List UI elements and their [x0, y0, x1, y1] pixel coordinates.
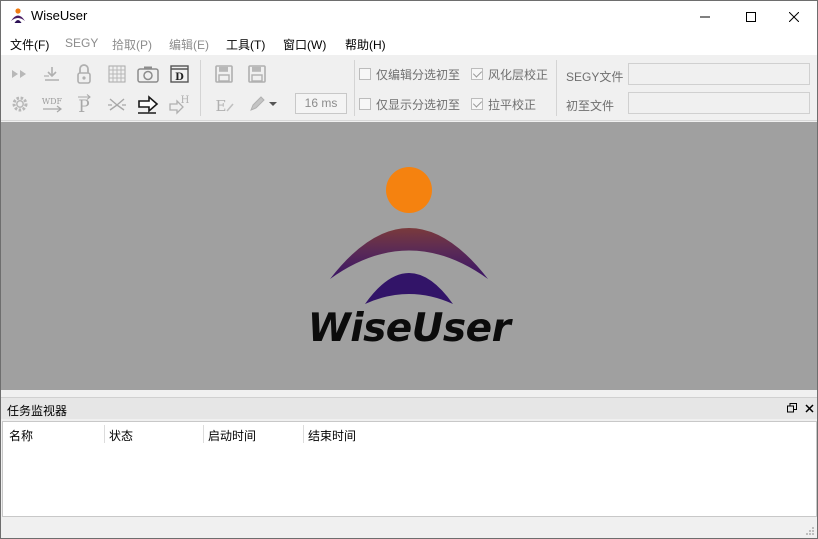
menu-window[interactable]: 窗口(W): [283, 36, 326, 53]
status-bar: [1, 518, 817, 538]
task-monitor-title: 任务监视器: [7, 404, 68, 418]
edit-picked-first-break-label: 仅编辑分选初至: [376, 67, 461, 82]
menu-tools[interactable]: 工具(T): [226, 36, 265, 53]
lock-icon[interactable]: [72, 62, 96, 86]
column-separator[interactable]: [303, 425, 304, 443]
x-arrows-icon[interactable]: [105, 92, 129, 116]
maximize-icon: [746, 11, 756, 22]
resize-grip-icon[interactable]: [805, 526, 815, 536]
fast-forward-icon[interactable]: [8, 62, 32, 86]
dropdown-arrow-icon[interactable]: [265, 92, 281, 116]
app-logo-icon: [11, 8, 25, 23]
menu-bar: 文件(F) SEGY 拾取(P) 编辑(E) 工具(T) 窗口(W) 帮助(H): [1, 32, 817, 55]
interval-field[interactable]: 16 ms: [295, 93, 347, 114]
camera-icon[interactable]: [136, 62, 160, 86]
save-all-icon[interactable]: [245, 62, 269, 86]
column-separator[interactable]: [203, 425, 204, 443]
close-icon: [804, 403, 814, 413]
toolbar-separator: [200, 60, 201, 116]
checkbox-box-checked[interactable]: [471, 98, 483, 110]
toolbar-separator-2: [354, 60, 355, 116]
restore-icon: [787, 403, 797, 413]
checkbox-box[interactable]: [359, 98, 371, 110]
close-button[interactable]: [771, 1, 817, 32]
first-break-file-label: 初至文件: [566, 99, 615, 113]
float-panel-button[interactable]: [785, 401, 799, 415]
window-title: WiseUser: [31, 8, 88, 23]
segy-file-label: SEGY文件: [566, 70, 624, 84]
maximize-button[interactable]: [728, 1, 774, 32]
close-icon: [789, 11, 799, 22]
edit-picked-first-break-checkbox[interactable]: 仅编辑分选初至: [359, 65, 460, 83]
column-header-name[interactable]: 名称: [9, 427, 33, 444]
task-table[interactable]: 名称 状态 启动时间 结束时间: [2, 421, 817, 517]
svg-text:P: P: [78, 97, 89, 115]
task-monitor-header: 任务监视器: [1, 397, 817, 419]
save-icon[interactable]: [212, 62, 236, 86]
p-icon[interactable]: P: [72, 92, 96, 116]
close-panel-button[interactable]: [802, 401, 816, 415]
import-arrow-icon[interactable]: [40, 62, 64, 86]
main-window: WiseUser 文件(F) SEGY 拾取(P) 编辑(E) 工具(T) 窗口…: [0, 0, 818, 539]
grid-icon[interactable]: [105, 62, 129, 86]
menu-segy[interactable]: SEGY: [65, 36, 98, 50]
weathering-correction-checkbox[interactable]: 风化层校正: [471, 65, 548, 83]
d-document-icon[interactable]: D: [168, 62, 192, 86]
svg-text:D: D: [175, 72, 184, 83]
column-header-end-time[interactable]: 结束时间: [308, 427, 356, 444]
first-break-file-field[interactable]: [628, 92, 810, 114]
weathering-correction-label: 风化层校正: [488, 67, 549, 82]
wdf-icon-text: WDF: [42, 97, 63, 106]
minimize-icon: [700, 16, 710, 17]
flatten-correction-label: 拉平校正: [488, 97, 537, 112]
wdf-icon[interactable]: WDF: [40, 92, 64, 116]
menu-file[interactable]: 文件(F): [10, 36, 49, 53]
column-header-start-time[interactable]: 启动时间: [208, 427, 256, 444]
minimize-button[interactable]: [682, 1, 728, 32]
menu-edit[interactable]: 编辑(E): [169, 36, 209, 53]
segy-file-field[interactable]: [628, 63, 810, 85]
splash-logo-text: WiseUser: [307, 306, 511, 351]
svg-text:E: E: [216, 97, 227, 114]
checkbox-box-checked[interactable]: [471, 68, 483, 80]
export-arrow-icon[interactable]: [136, 92, 160, 116]
show-picked-first-break-label: 仅显示分选初至: [376, 97, 461, 112]
checkbox-box[interactable]: [359, 68, 371, 80]
column-separator[interactable]: [104, 425, 105, 443]
menu-pick[interactable]: 拾取(P): [112, 36, 152, 53]
svg-text:H: H: [181, 95, 190, 106]
h-arrow-icon[interactable]: H: [168, 92, 192, 116]
show-picked-first-break-checkbox[interactable]: 仅显示分选初至: [359, 95, 460, 113]
e-edit-icon[interactable]: E: [212, 92, 236, 116]
column-header-status[interactable]: 状态: [109, 427, 133, 444]
toolbar-separator-3: [556, 60, 557, 116]
flatten-correction-checkbox[interactable]: 拉平校正: [471, 95, 536, 113]
title-bar[interactable]: WiseUser: [1, 1, 817, 32]
gear-icon[interactable]: [8, 92, 32, 116]
menu-help[interactable]: 帮助(H): [345, 36, 386, 53]
